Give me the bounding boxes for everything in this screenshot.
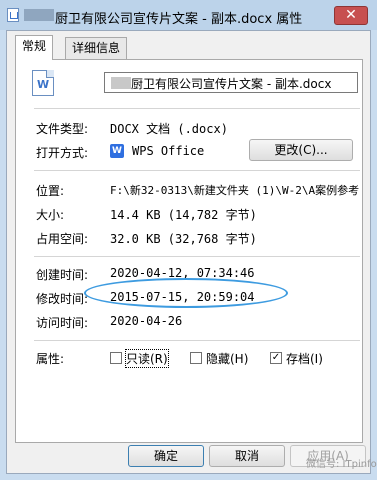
created-label: 创建时间: bbox=[36, 268, 89, 282]
file-type-label: 文件类型: bbox=[36, 122, 89, 136]
window-title: 厨卫有限公司宣传片文案 - 副本.docx 属性 bbox=[55, 12, 303, 27]
document-icon bbox=[7, 8, 19, 22]
location-value: F:\新32-0313\新建文件夹 (1)\W-2\A案例参考 bbox=[110, 184, 360, 197]
divider bbox=[34, 340, 360, 341]
accessed-label: 访问时间: bbox=[36, 316, 89, 330]
cancel-button[interactable]: 取消 bbox=[209, 445, 285, 467]
general-panel: W 厨卫有限公司宣传片文案 - 副本.docx 文件类型: DOCX 文档 (.… bbox=[15, 59, 363, 443]
close-button[interactable]: ✕ bbox=[334, 6, 368, 25]
open-with-value: WPS Office bbox=[132, 144, 205, 158]
file-name-field[interactable]: 厨卫有限公司宣传片文案 - 副本.docx bbox=[104, 72, 358, 93]
size-label: 大小: bbox=[36, 208, 65, 222]
wps-icon: W bbox=[110, 144, 124, 158]
attributes-label: 属性: bbox=[36, 352, 65, 366]
ok-button[interactable]: 确定 bbox=[128, 445, 204, 467]
change-button[interactable]: 更改(C)... bbox=[249, 139, 353, 161]
disk-size-value: 32.0 KB (32,768 字节) bbox=[110, 232, 257, 246]
archive-label[interactable]: 存档(I) bbox=[286, 350, 323, 367]
divider bbox=[34, 108, 360, 109]
readonly-label[interactable]: 只读(R) bbox=[125, 349, 169, 368]
modified-label: 修改时间: bbox=[36, 292, 89, 306]
word-file-icon: W bbox=[32, 70, 54, 96]
open-with-label: 打开方式: bbox=[36, 146, 89, 160]
watermark: 微信号: ITpinfo bbox=[306, 459, 377, 470]
size-value: 14.4 KB (14,782 字节) bbox=[110, 208, 257, 222]
title-bar: 厨卫有限公司宣传片文案 - 副本.docx 属性 ✕ bbox=[0, 0, 377, 30]
divider bbox=[34, 256, 360, 257]
readonly-checkbox[interactable] bbox=[110, 352, 122, 364]
tab-details[interactable]: 详细信息 bbox=[65, 37, 128, 59]
file-type-value: DOCX 文档 (.docx) bbox=[110, 122, 228, 136]
hidden-label[interactable]: 隐藏(H) bbox=[206, 350, 248, 367]
dialog-frame: 常规 详细信息 W 厨卫有限公司宣传片文案 - 副本.docx 文件类型: DO… bbox=[6, 30, 371, 474]
title-redaction bbox=[24, 9, 54, 21]
highlight-ellipse bbox=[84, 278, 288, 308]
location-label: 位置: bbox=[36, 184, 65, 198]
disk-size-label: 占用空间: bbox=[36, 232, 89, 246]
tab-general[interactable]: 常规 bbox=[15, 35, 54, 60]
accessed-value: 2020-04-26 bbox=[110, 314, 183, 328]
archive-checkbox[interactable]: ✓ bbox=[270, 352, 282, 364]
name-redaction bbox=[111, 77, 131, 89]
hidden-checkbox[interactable] bbox=[190, 352, 202, 364]
divider bbox=[34, 170, 360, 171]
